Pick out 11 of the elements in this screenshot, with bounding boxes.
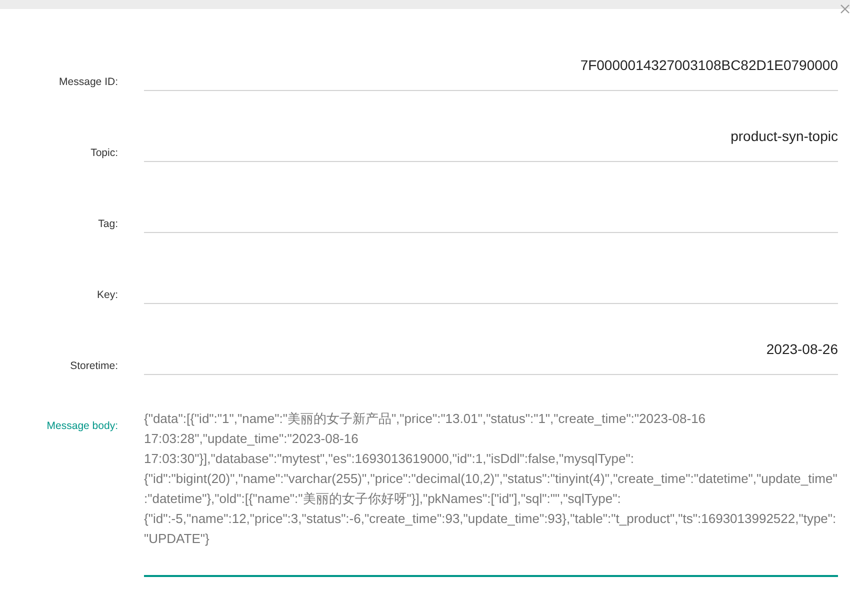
- field-label: Message body:: [46, 419, 118, 434]
- close-icon[interactable]: [840, 4, 850, 14]
- input-field[interactable]: product-syn-topic: [144, 116, 838, 162]
- text-area[interactable]: {"data":[{"id":"1","name":"美丽的女子新产品","price":"13.01","status":"1","create_time":"2023-08-16 17:03:28","update_time":"2023-08-16 17:03:30"}],"database":"mytest","es":1693013619000,"id":1,"isDdl":false,"mysqlType":{"id":"bigint(20)","name":"varchar(255)","price":"decimal(10,2)","status":"tinyint(4)","create_time":"datetime","update_time":"datetime"},"old":[{"name":"美丽的女子你好呀"}],"pkNames":["id"],"sql":"","sqlType":{"id":-5,"name":12,"price":3,"status":-6,"create_time":93,"update_time":93},"table":"t_product","ts":1693013992522,"type":"UPDATE"}: [144, 400, 838, 577]
- field-label: Message ID:: [59, 76, 118, 90]
- field-label: Topic:: [90, 147, 118, 161]
- field-label: Storetime:: [70, 360, 118, 374]
- input-field[interactable]: 7F0000014327003108BC82D1E0790000: [144, 45, 838, 91]
- field-label: Key:: [96, 289, 118, 303]
- input-field[interactable]: 2023-08-26: [144, 329, 838, 375]
- field-label: Tag:: [98, 218, 118, 232]
